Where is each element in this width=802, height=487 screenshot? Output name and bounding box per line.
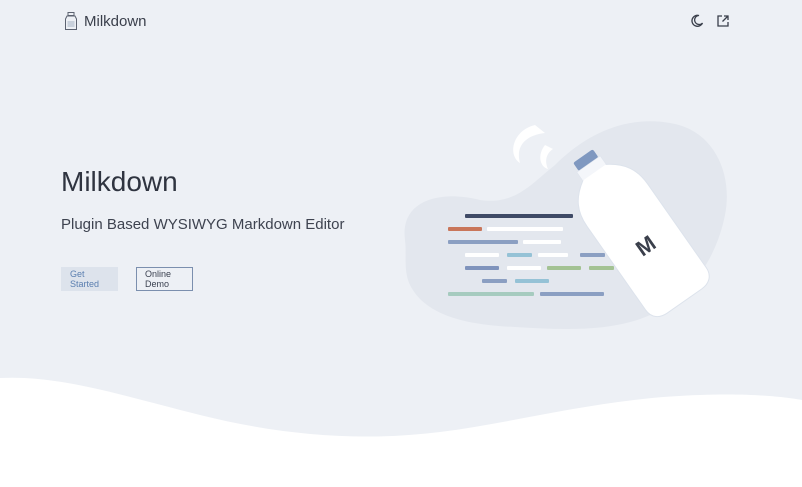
milk-bottle-logo-icon xyxy=(64,12,78,30)
md-line xyxy=(507,253,532,257)
top-actions xyxy=(690,14,730,28)
md-line xyxy=(448,227,482,231)
md-line xyxy=(589,266,614,270)
get-started-button[interactable]: Get Started xyxy=(61,267,118,291)
top-navigation: Milkdown xyxy=(0,0,802,44)
md-line xyxy=(540,292,604,296)
md-line xyxy=(487,227,563,231)
md-line xyxy=(465,253,499,257)
hero-subtitle: Plugin Based WYSIWYG Markdown Editor xyxy=(61,216,345,233)
milk-splash xyxy=(513,125,545,163)
hero-title: Milkdown xyxy=(61,166,178,197)
md-line xyxy=(507,266,541,270)
md-line xyxy=(523,240,561,244)
md-line xyxy=(547,266,581,270)
md-line xyxy=(482,279,507,283)
online-demo-button[interactable]: Online Demo xyxy=(136,267,193,291)
brand[interactable]: Milkdown xyxy=(64,12,147,30)
hero-section: Milkdown Plugin Based WYSIWYG Markdown E… xyxy=(61,166,344,233)
md-line xyxy=(465,266,499,270)
moon-icon[interactable] xyxy=(690,14,704,28)
md-line xyxy=(580,253,605,257)
md-line xyxy=(515,279,549,283)
md-line xyxy=(538,253,568,257)
md-line xyxy=(465,214,573,218)
external-link-icon[interactable] xyxy=(716,14,730,28)
brand-name: Milkdown xyxy=(84,12,147,30)
hero-illustration: M xyxy=(395,105,735,340)
md-line xyxy=(448,240,518,244)
md-line xyxy=(448,292,534,296)
bottom-wave xyxy=(0,377,802,487)
hero-actions: Get Started Online Demo xyxy=(61,267,193,291)
